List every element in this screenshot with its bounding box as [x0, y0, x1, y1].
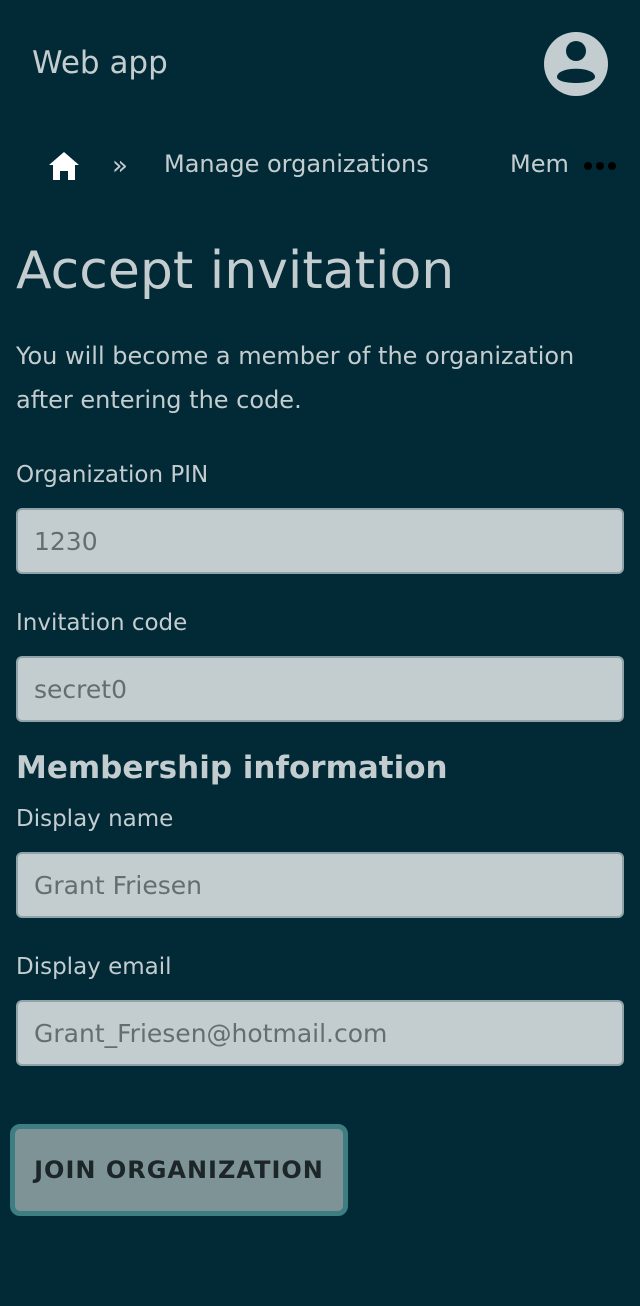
display-email-input[interactable]: [16, 1000, 624, 1066]
app-title: Web app: [32, 45, 168, 81]
user-circle-icon: [557, 41, 595, 83]
breadcrumb-item-members[interactable]: Mem: [510, 149, 568, 179]
breadcrumb-separator: »: [112, 151, 128, 181]
page-description: You will become a member of the organiza…: [16, 342, 575, 414]
organization-pin-input[interactable]: [16, 508, 624, 574]
invitation-code-input[interactable]: [16, 656, 624, 722]
membership-information-heading: Membership information: [16, 750, 448, 786]
join-organization-button[interactable]: JOIN ORGANIZATION: [10, 1124, 348, 1216]
display-email-label: Display email: [16, 954, 172, 980]
display-name-label: Display name: [16, 806, 174, 832]
display-name-input[interactable]: [16, 852, 624, 918]
user-avatar-button[interactable]: [544, 32, 608, 96]
home-icon[interactable]: [48, 151, 80, 181]
page-title: Accept invitation: [16, 241, 455, 301]
breadcrumb-item-manage-organizations[interactable]: Manage organizations: [164, 149, 429, 179]
breadcrumb: » Manage organizations Mem: [0, 140, 640, 192]
more-horizontal-icon[interactable]: [582, 160, 618, 172]
organization-pin-label: Organization PIN: [16, 462, 209, 488]
invitation-code-label: Invitation code: [16, 610, 188, 636]
